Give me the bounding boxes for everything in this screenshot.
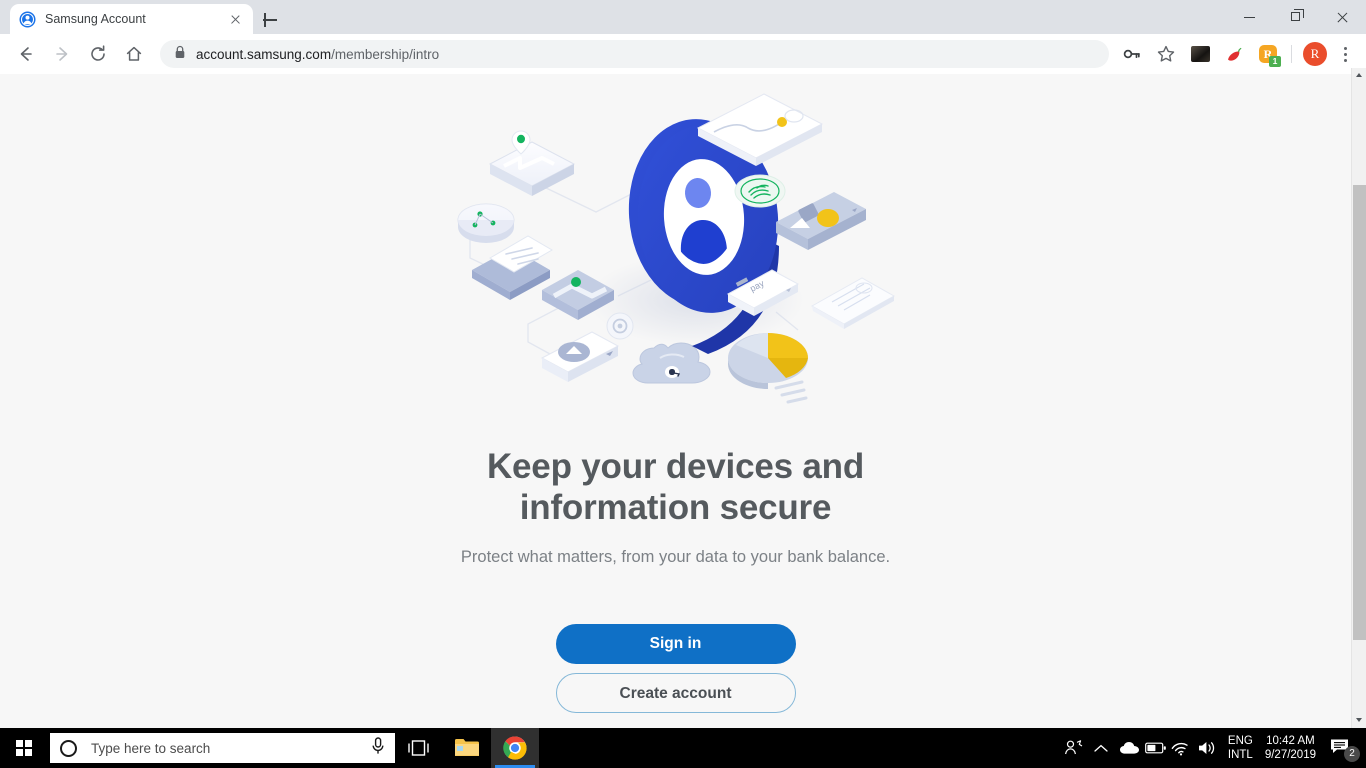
windows-taskbar: Type here to search ENG INTL 10:42 AM 9/… xyxy=(0,728,1366,768)
headline-line-1: Keep your devices and xyxy=(486,447,865,486)
show-hidden-icons-chevron[interactable] xyxy=(1086,728,1116,768)
system-tray: ENG INTL 10:42 AM 9/27/2019 2 xyxy=(1060,728,1366,768)
reload-icon[interactable] xyxy=(82,38,114,70)
home-icon[interactable] xyxy=(118,38,150,70)
samsung-account-favicon xyxy=(19,11,36,28)
search-placeholder: Type here to search xyxy=(91,740,211,756)
headline-line-2: information secure xyxy=(519,488,832,527)
minimize-button[interactable] xyxy=(1228,0,1274,34)
extension-badge-count: 1 xyxy=(1269,56,1281,67)
browser-toolbar: account.samsung.com/membership/intro R 1… xyxy=(0,34,1366,74)
clock[interactable]: 10:42 AM 9/27/2019 xyxy=(1261,734,1326,762)
profile-avatar[interactable]: R xyxy=(1303,42,1327,66)
page-headline: Keep your devices and information secure xyxy=(0,446,1351,528)
back-arrow-icon[interactable] xyxy=(10,38,42,70)
onedrive-cloud-icon[interactable] xyxy=(1116,728,1142,768)
scroll-down-arrow-icon[interactable] xyxy=(1352,713,1366,728)
url-path: /membership/intro xyxy=(331,46,440,62)
scrollbar-thumb[interactable] xyxy=(1353,185,1366,640)
forward-arrow-icon[interactable] xyxy=(46,38,78,70)
extension-thumbnail-image xyxy=(1190,46,1210,62)
tab-strip: Samsung Account xyxy=(0,0,1366,34)
sign-in-button[interactable]: Sign in xyxy=(555,624,796,664)
bookmark-star-icon[interactable] xyxy=(1152,40,1180,68)
cortana-circle-icon xyxy=(60,739,77,757)
windows-start-icon[interactable] xyxy=(0,728,48,768)
restore-button[interactable] xyxy=(1274,0,1320,34)
battery-icon[interactable] xyxy=(1142,728,1168,768)
action-buttons: Sign in Create account xyxy=(0,624,1351,713)
tab-samsung-account[interactable]: Samsung Account xyxy=(10,4,253,34)
toolbar-divider xyxy=(1291,45,1292,63)
extension-thumbnail-icon[interactable] xyxy=(1186,40,1214,68)
password-key-icon[interactable] xyxy=(1118,40,1146,68)
page-scrollbar[interactable] xyxy=(1351,68,1366,728)
close-button[interactable] xyxy=(1320,0,1366,34)
clock-time: 10:42 AM xyxy=(1266,735,1315,747)
tab-close-icon[interactable] xyxy=(227,11,244,28)
lock-icon xyxy=(174,45,186,64)
tab-title: Samsung Account xyxy=(45,12,146,26)
volume-icon[interactable] xyxy=(1194,728,1220,768)
scroll-up-arrow-icon[interactable] xyxy=(1352,68,1366,83)
taskbar-file-explorer[interactable] xyxy=(443,728,491,768)
clock-date: 9/27/2019 xyxy=(1264,749,1316,761)
window-controls xyxy=(1228,0,1366,34)
url-text: account.samsung.com/membership/intro xyxy=(196,47,439,62)
page-viewport: pay Keep your devices and information se… xyxy=(0,74,1366,728)
task-view-icon[interactable] xyxy=(395,728,443,768)
start-logo xyxy=(16,740,32,756)
language-line-1: ENG xyxy=(1227,735,1253,747)
taskbar-google-chrome[interactable] xyxy=(491,728,539,768)
notification-icon[interactable]: 2 xyxy=(1326,728,1362,768)
page-content: pay Keep your devices and information se… xyxy=(0,74,1351,728)
new-tab-button[interactable] xyxy=(258,8,282,32)
meet-now-people-icon[interactable] xyxy=(1060,728,1086,768)
address-bar[interactable]: account.samsung.com/membership/intro xyxy=(160,40,1109,68)
microphone-icon[interactable] xyxy=(371,736,385,760)
wifi-icon[interactable] xyxy=(1168,728,1194,768)
extension-pepper-icon[interactable] xyxy=(1220,40,1248,68)
language-line-2: INTL xyxy=(1227,749,1253,761)
samsung-account-isometric-illustration: pay xyxy=(446,80,906,410)
language-indicator[interactable]: ENG INTL xyxy=(1220,734,1261,762)
create-account-button[interactable]: Create account xyxy=(555,673,796,713)
page-subheadline: Protect what matters, from your data to … xyxy=(460,548,891,566)
extension-rakuten-icon[interactable]: R 1 xyxy=(1254,40,1282,68)
notification-count-badge: 2 xyxy=(1344,746,1360,762)
url-domain: account.samsung.com xyxy=(196,46,332,62)
kebab-menu-icon[interactable] xyxy=(1332,40,1358,68)
taskbar-search-box[interactable]: Type here to search xyxy=(50,733,395,763)
